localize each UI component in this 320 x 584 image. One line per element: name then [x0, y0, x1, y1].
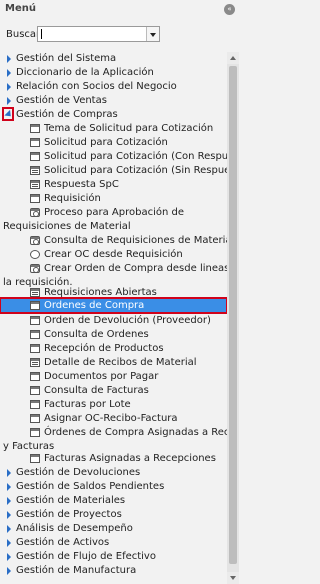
scroll-up-arrow-icon[interactable]: [227, 52, 239, 64]
tree-leaf-label: Requisición: [44, 193, 101, 204]
expand-arrow-icon[interactable]: [7, 97, 11, 105]
expand-arrow-icon[interactable]: [7, 69, 11, 77]
tree-leaf-label: Consulta de Ordenes: [44, 329, 149, 340]
tree-leaf-label: Solicitud para Cotización (Sin Respuesta…: [44, 165, 227, 176]
tree-item-label: Gestión de Ventas: [16, 95, 107, 106]
tree-item-label: Gestión de Proyectos: [16, 509, 122, 520]
tree-item-label: Gestión del Sistema: [16, 53, 117, 64]
expand-arrow-icon[interactable]: [7, 483, 11, 491]
tree-leaf-label: Crear OC desde Requisición: [44, 249, 183, 260]
window-icon: [30, 138, 40, 147]
tree-leaf-label: Órdenes de Compra Asignadas a Recibos: [44, 427, 227, 438]
tree-item-label: Gestión de Materiales: [16, 495, 126, 506]
window-icon: [30, 344, 40, 353]
expand-arrow-icon[interactable]: [7, 553, 11, 561]
gear-icon: [30, 264, 40, 273]
tree-item-relacion-socios[interactable]: Relación con Socios del Negocio: [0, 80, 225, 93]
expand-arrow-icon[interactable]: [7, 511, 11, 519]
expand-arrow-icon[interactable]: [7, 497, 11, 505]
tree-leaf-label: Requisiciones Abiertas: [44, 287, 157, 298]
expand-arrow-icon[interactable]: [7, 525, 11, 533]
report-icon: [30, 180, 40, 189]
window-icon: [30, 428, 40, 437]
tree-leaf-label: Consulta de Facturas: [44, 385, 149, 396]
double-chevron-left-icon[interactable]: «: [224, 4, 235, 15]
report-icon: [30, 358, 40, 367]
tree-item-diccionario[interactable]: Diccionario de la Aplicación: [0, 66, 225, 79]
expand-arrow-icon[interactable]: [7, 539, 11, 547]
tree-leaf-label: Consulta de Requisiciones de Material: [44, 235, 227, 246]
chevron-down-icon[interactable]: [146, 27, 159, 41]
window-icon: [30, 414, 40, 423]
tree-leaf-label: Recepción de Productos: [44, 343, 164, 354]
tree-leaf-label: Orden de Devolución (Proveedor): [44, 315, 211, 326]
tree-item-label: Gestión de Flujo de Efectivo: [16, 551, 156, 562]
tree-item-materiales[interactable]: Gestión de Materiales: [0, 494, 225, 507]
window-icon: [30, 316, 40, 325]
window-icon: [30, 400, 40, 409]
search-input[interactable]: [37, 26, 160, 42]
tree-leaf-label: Facturas Asignadas a Recepciones: [44, 453, 216, 464]
window-icon: [30, 152, 40, 161]
tree-item-label: Análisis de Desempeño: [16, 523, 133, 534]
tree-leaf-label: Facturas por Lote: [44, 399, 131, 410]
expand-arrow-icon[interactable]: [7, 83, 11, 91]
window-icon: [30, 194, 40, 203]
menu-tree: Gestión del Sistema Diccionario de la Ap…: [0, 52, 227, 584]
report-icon: [30, 288, 40, 297]
gear-icon: [30, 236, 40, 245]
window-icon: [30, 372, 40, 381]
tree-leaf-label: Asignar OC-Recibo-Factura: [44, 413, 178, 424]
tree-item-saldos[interactable]: Gestión de Saldos Pendientes: [0, 480, 225, 493]
tree-leaf-label: Proceso para Aprobación de: [44, 207, 184, 218]
tree-item-label: Gestión de Compras: [16, 109, 118, 120]
tree-item-devoluciones[interactable]: Gestión de Devoluciones: [0, 466, 225, 479]
tree-leaf-label: Tema de Solicitud para Cotización: [44, 123, 214, 134]
tree-item-label: Gestión de Saldos Pendientes: [16, 481, 165, 492]
tree-item-gestion-compras[interactable]: Gestión de Compras: [0, 107, 225, 121]
tree-item-flujo-efectivo[interactable]: Gestión de Flujo de Efectivo: [0, 550, 225, 563]
expand-arrow-icon[interactable]: [7, 469, 11, 477]
process-icon: [30, 250, 40, 259]
tree-item-label: Relación con Socios del Negocio: [16, 81, 177, 92]
tree-item-desempeno[interactable]: Análisis de Desempeño: [0, 522, 225, 535]
expand-arrow-icon[interactable]: [7, 567, 11, 575]
tree-leaf-label: Crear Orden de Compra desde lineas de: [44, 263, 227, 274]
vertical-scrollbar[interactable]: [227, 52, 239, 584]
tree-leaf-label: Detalle de Recibos de Material: [44, 357, 197, 368]
scroll-thumb[interactable]: [229, 66, 237, 564]
tree-item-label: Gestión de Devoluciones: [16, 467, 141, 478]
tree-leaf-label: Documentos por Pagar: [44, 371, 159, 382]
tree-item-proyectos[interactable]: Gestión de Proyectos: [0, 508, 225, 521]
tree-item-label: Gestión de Manufactura: [16, 565, 137, 576]
tree-leaf-label: Solicitud para Cotización: [44, 137, 168, 148]
tree-leaf-label: Solicitud para Cotización (Con Respuesta…: [44, 151, 227, 162]
tree-item-label: Diccionario de la Aplicación: [16, 67, 154, 78]
scroll-down-arrow-icon[interactable]: [227, 572, 239, 584]
text-caret: [41, 29, 42, 39]
window-icon: [30, 301, 40, 310]
tree-item-gestion-sistema[interactable]: Gestión del Sistema: [0, 52, 225, 65]
tree-item-manufactura[interactable]: Gestión de Manufactura: [0, 564, 225, 577]
menu-title: Menú: [5, 3, 36, 14]
tree-item-activos[interactable]: Gestión de Activos: [0, 536, 225, 549]
gear-icon: [30, 208, 40, 217]
tree-item-gestion-ventas[interactable]: Gestión de Ventas: [0, 94, 225, 107]
tree-item-label: Gestión de Activos: [16, 537, 110, 548]
window-icon: [30, 330, 40, 339]
window-icon: [30, 454, 40, 463]
window-icon: [30, 124, 40, 133]
tree-leaf-label: Ordenes de Compra: [44, 300, 145, 311]
expand-arrow-icon[interactable]: [7, 55, 11, 63]
report-icon: [30, 166, 40, 175]
window-icon: [30, 386, 40, 395]
menu-header: Menú «: [0, 0, 239, 20]
tree-leaf-label: Requisiciones de Material: [3, 221, 131, 232]
tree-leaf-label: Respuesta SpC: [44, 179, 119, 190]
